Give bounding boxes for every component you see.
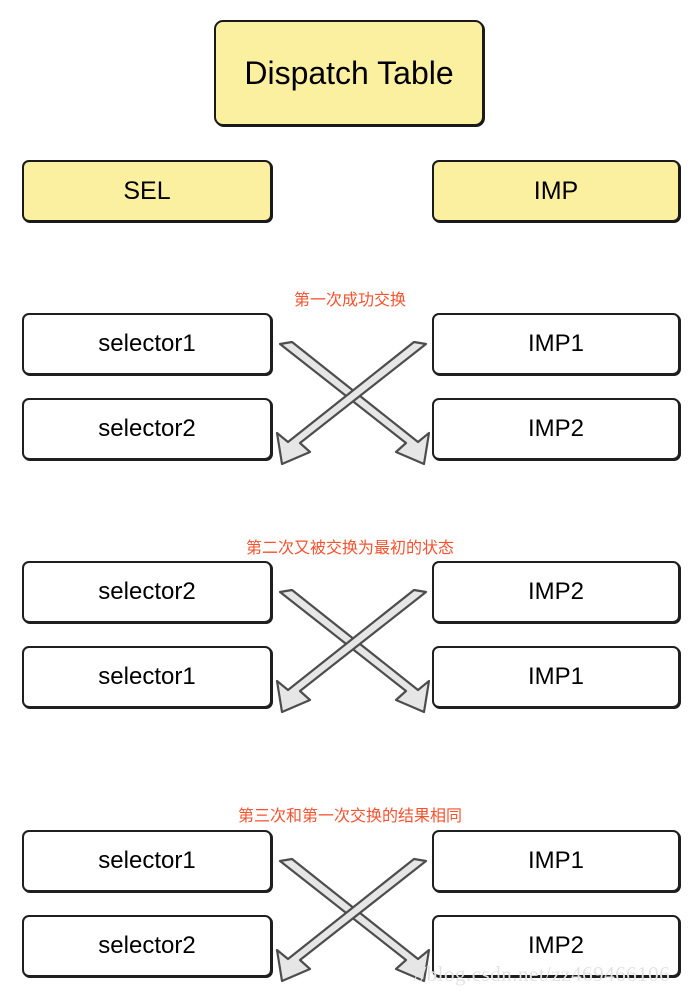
- table-row: IMP1: [432, 830, 680, 892]
- table-row: selector1: [22, 313, 272, 375]
- watermark-text: //blog.csdn.net/zz469466106: [414, 962, 671, 986]
- table-row: IMP2: [432, 398, 680, 460]
- table-row: IMP2: [432, 561, 680, 623]
- table-row: IMP1: [432, 646, 680, 708]
- swap-arrows-group-3: [275, 857, 431, 983]
- table-row: selector2: [22, 561, 272, 623]
- swap-annotation-2: 第二次又被交换为最初的状态: [245, 538, 454, 557]
- swap-arrows-group-2: [275, 588, 431, 714]
- swap-annotation-3: 第三次和第一次交换的结果相同: [237, 806, 462, 825]
- table-row: selector1: [22, 646, 272, 708]
- dispatch-table-title: Dispatch Table: [214, 20, 484, 126]
- table-row: selector1: [22, 830, 272, 892]
- table-row: IMP1: [432, 313, 680, 375]
- column-header-sel: SEL: [22, 160, 272, 222]
- swap-annotation-1: 第一次成功交换: [293, 290, 406, 309]
- table-row: selector2: [22, 398, 272, 460]
- column-header-imp: IMP: [432, 160, 680, 222]
- table-row: selector2: [22, 915, 272, 977]
- diagram-canvas: Dispatch Table SEL IMP 第一次成功交换 selector1…: [0, 0, 700, 996]
- swap-arrows-group-1: [275, 340, 431, 466]
